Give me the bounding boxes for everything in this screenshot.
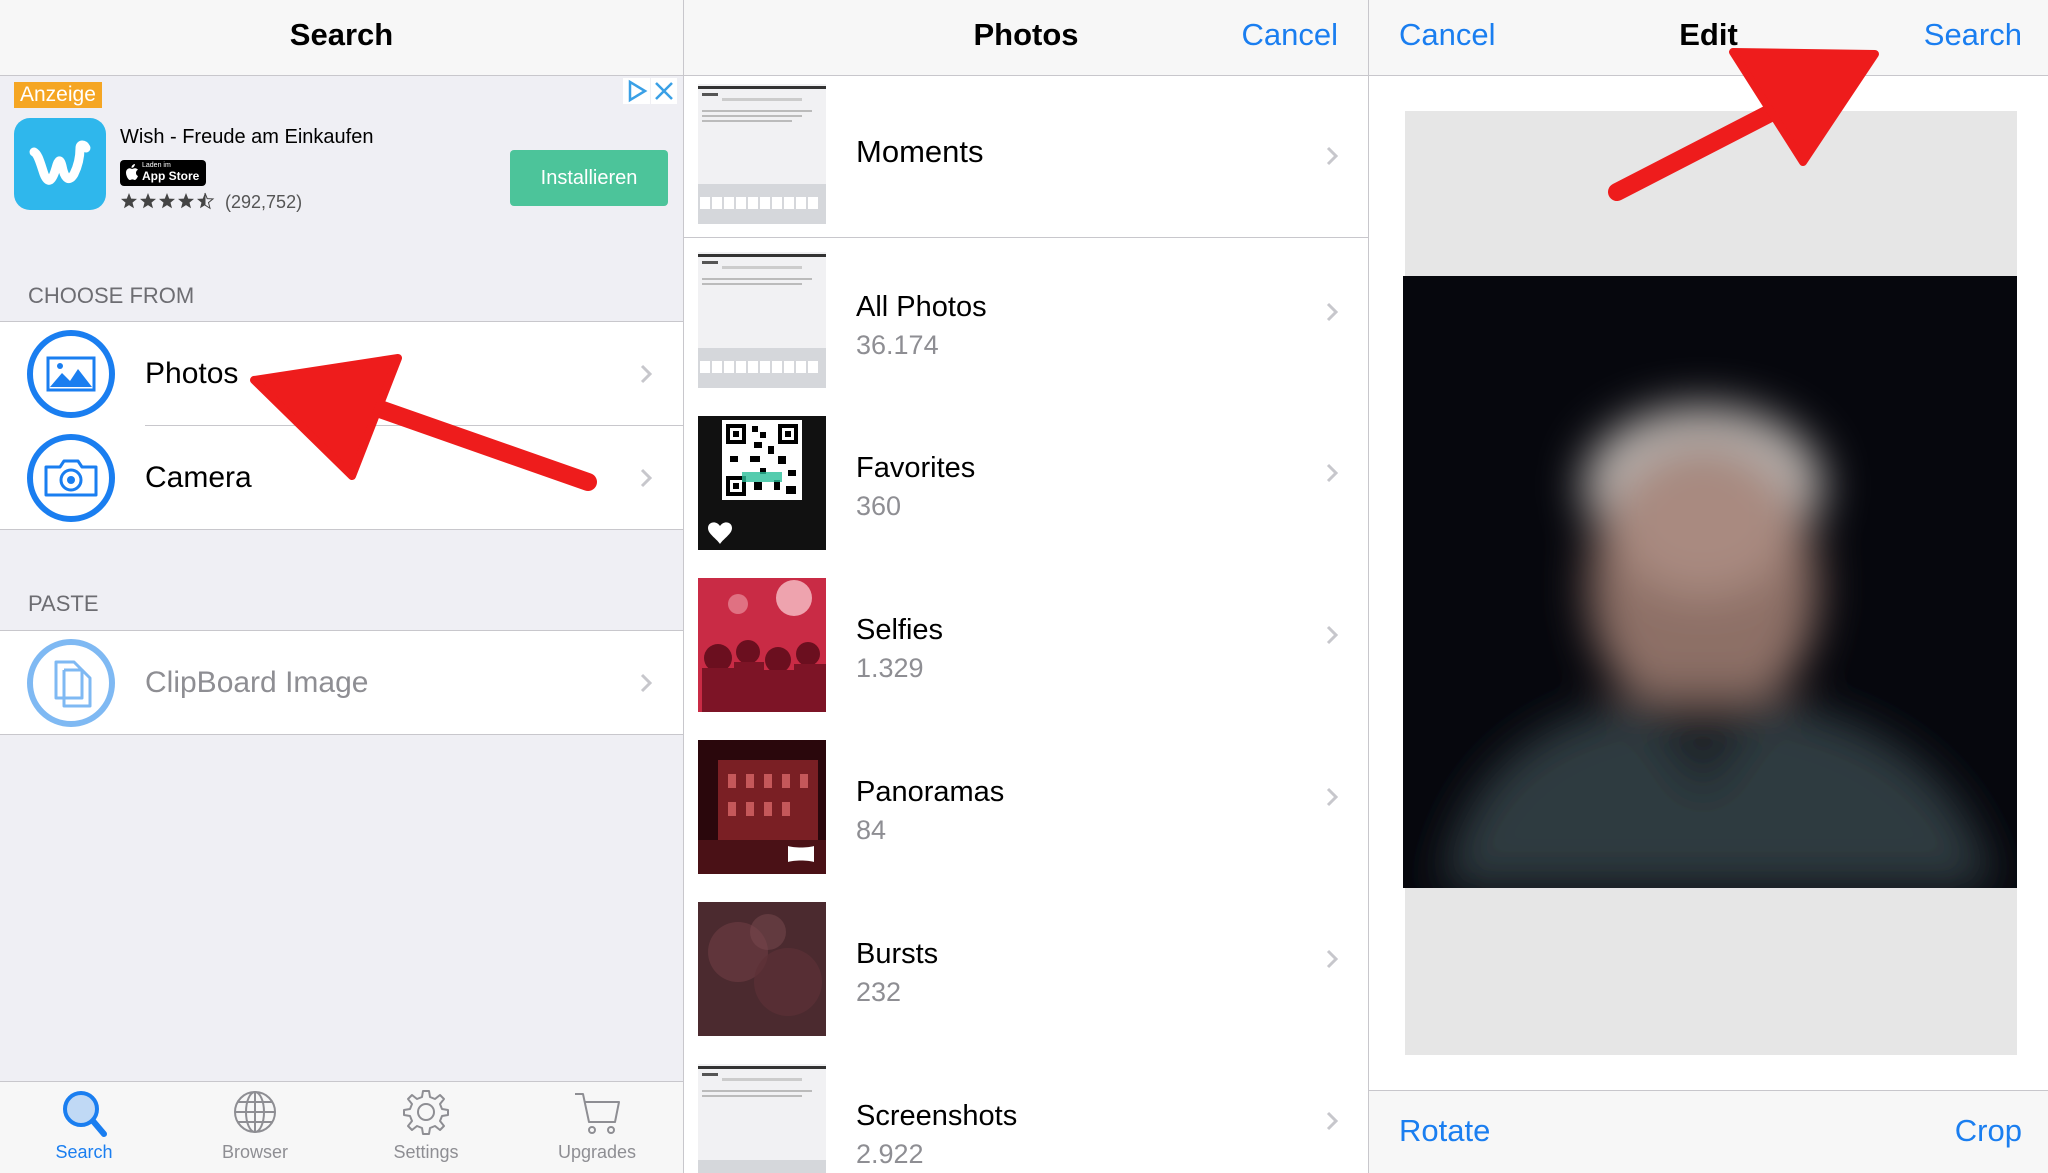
album-thumb [698, 252, 826, 388]
wish-logo [14, 118, 106, 210]
qr-code-thumb-icon [708, 420, 802, 544]
camera-icon [27, 434, 115, 522]
rating-stars-icon [121, 192, 215, 210]
photos-navbar: Photos Cancel [684, 0, 1368, 76]
album-count: 360 [856, 491, 902, 521]
wish-logo-icon [29, 140, 91, 185]
search-title: Search [289, 17, 394, 52]
chevron-right-icon [640, 468, 653, 487]
app-store-badge: Laden im App Store [120, 160, 206, 186]
tab-browser[interactable]: Browser [195, 1082, 315, 1173]
app-store-badge-large: App Store [142, 169, 200, 183]
ad-choices-icon[interactable] [623, 78, 677, 104]
clipboard-icon [27, 639, 115, 727]
album-thumb [698, 416, 826, 550]
photos-label: Photos [145, 357, 239, 390]
screenshot-thumb-icon [698, 86, 826, 224]
ad-tag: Anzeige [14, 82, 102, 108]
tab-settings[interactable]: Settings [366, 1082, 486, 1173]
album-thumb [698, 902, 826, 1036]
tab-upgrades-label: Upgrades [557, 1142, 637, 1162]
paste-header: PASTE [28, 591, 99, 616]
album-thumb [698, 84, 826, 224]
tab-upgrades[interactable]: Upgrades [537, 1082, 657, 1173]
clipboard-label: ClipBoard Image [145, 666, 369, 699]
tab-settings-label: Settings [393, 1142, 459, 1162]
choose-from-header: CHOOSE FROM [28, 283, 195, 308]
album-thumb [698, 1064, 826, 1173]
chevron-right-icon [1326, 1111, 1339, 1131]
paste-group: ClipBoard Image [0, 630, 683, 735]
portrait-image [1403, 276, 2017, 888]
album-count: 36.174 [856, 330, 939, 360]
building-photo-thumb-icon [698, 740, 826, 874]
burst-photo-thumb-icon [698, 902, 826, 1036]
crop-button[interactable]: Crop [1955, 1091, 2022, 1171]
search-screen: Search Anzeige Wish - Freude am Einkaufe… [0, 0, 683, 1173]
globe-icon [234, 1091, 276, 1133]
album-count: 2.922 [856, 1139, 924, 1169]
tab-search-label: Search [55, 1142, 113, 1162]
gear-icon [403, 1090, 449, 1135]
chevron-right-icon [1326, 302, 1339, 322]
chevron-right-icon [1326, 949, 1339, 969]
search-navbar: Search [0, 0, 683, 76]
edit-search-button[interactable]: Search [1924, 0, 2022, 70]
album-count: 84 [856, 815, 887, 845]
album-selfies[interactable]: Selfies 1.329 [684, 564, 1368, 726]
ad-banner[interactable]: Anzeige Wish - Freude am Einkaufen Laden… [0, 76, 683, 222]
album-title: Screenshots [856, 1100, 1018, 1132]
album-title: Moments [856, 134, 984, 169]
app-store-badge-small: Laden im [142, 162, 171, 169]
album-screenshots[interactable]: Screenshots 2.922 [684, 1050, 1368, 1173]
album-title: Bursts [856, 938, 939, 970]
tab-browser-label: Browser [221, 1142, 288, 1162]
camera-label: Camera [145, 461, 252, 494]
tab-search[interactable]: Search [24, 1082, 144, 1173]
search-icon [63, 1091, 107, 1137]
blurred-portrait-photo[interactable] [1403, 276, 2017, 888]
album-title: Selfies [856, 614, 944, 646]
edit-cancel-button[interactable]: Cancel [1399, 0, 1496, 70]
album-bursts[interactable]: Bursts 232 [684, 888, 1368, 1050]
cart-icon [575, 1093, 620, 1134]
photos-screen: Photos Cancel Moments All Photos 36.174 … [684, 0, 1368, 1173]
album-thumb [698, 578, 826, 712]
rotate-button[interactable]: Rotate [1399, 1091, 1490, 1171]
chevron-right-icon [1326, 787, 1339, 807]
red-arrow-photos [250, 354, 597, 491]
album-all-photos[interactable]: All Photos 36.174 [684, 240, 1368, 402]
clipboard-row[interactable]: ClipBoard Image [0, 631, 683, 734]
chevron-right-icon [640, 673, 653, 692]
album-title: All Photos [856, 291, 987, 323]
album-count: 1.329 [856, 653, 924, 683]
chevron-right-icon [1326, 146, 1339, 166]
album-panoramas[interactable]: Panoramas 84 [684, 726, 1368, 888]
install-button[interactable]: Installieren [510, 150, 668, 206]
album-title: Favorites [856, 452, 976, 484]
ad-rating-count: (292,752) [225, 192, 303, 212]
chevron-right-icon [1326, 625, 1339, 645]
section-separator [684, 237, 1368, 238]
chevron-right-icon [1326, 463, 1339, 483]
ad-app-name: Wish - Freude am Einkaufen [120, 126, 374, 148]
photos-cancel-button[interactable]: Cancel [1242, 0, 1339, 70]
tab-bar: Search Browser Settings Upgrades [0, 1081, 683, 1173]
edit-screen: Edit Cancel Search Rotate Crop [1369, 0, 2048, 1173]
album-count: 232 [856, 977, 902, 1007]
apple-icon [126, 164, 138, 180]
screenshot-thumb-icon [698, 254, 826, 388]
edit-toolbar: Rotate Crop [1369, 1090, 2048, 1173]
red-arrow-search [1608, 48, 1879, 201]
album-title: Panoramas [856, 776, 1005, 808]
album-favorites[interactable]: Favorites 360 [684, 402, 1368, 564]
album-moments[interactable]: Moments [684, 76, 1368, 238]
chevron-right-icon [640, 364, 653, 383]
photo-icon [27, 330, 115, 418]
screenshot-thumb-icon [698, 1066, 826, 1173]
album-thumb [698, 740, 826, 874]
ad-rating: (292,752) [120, 192, 302, 213]
crowd-photo-thumb-icon [698, 578, 826, 712]
